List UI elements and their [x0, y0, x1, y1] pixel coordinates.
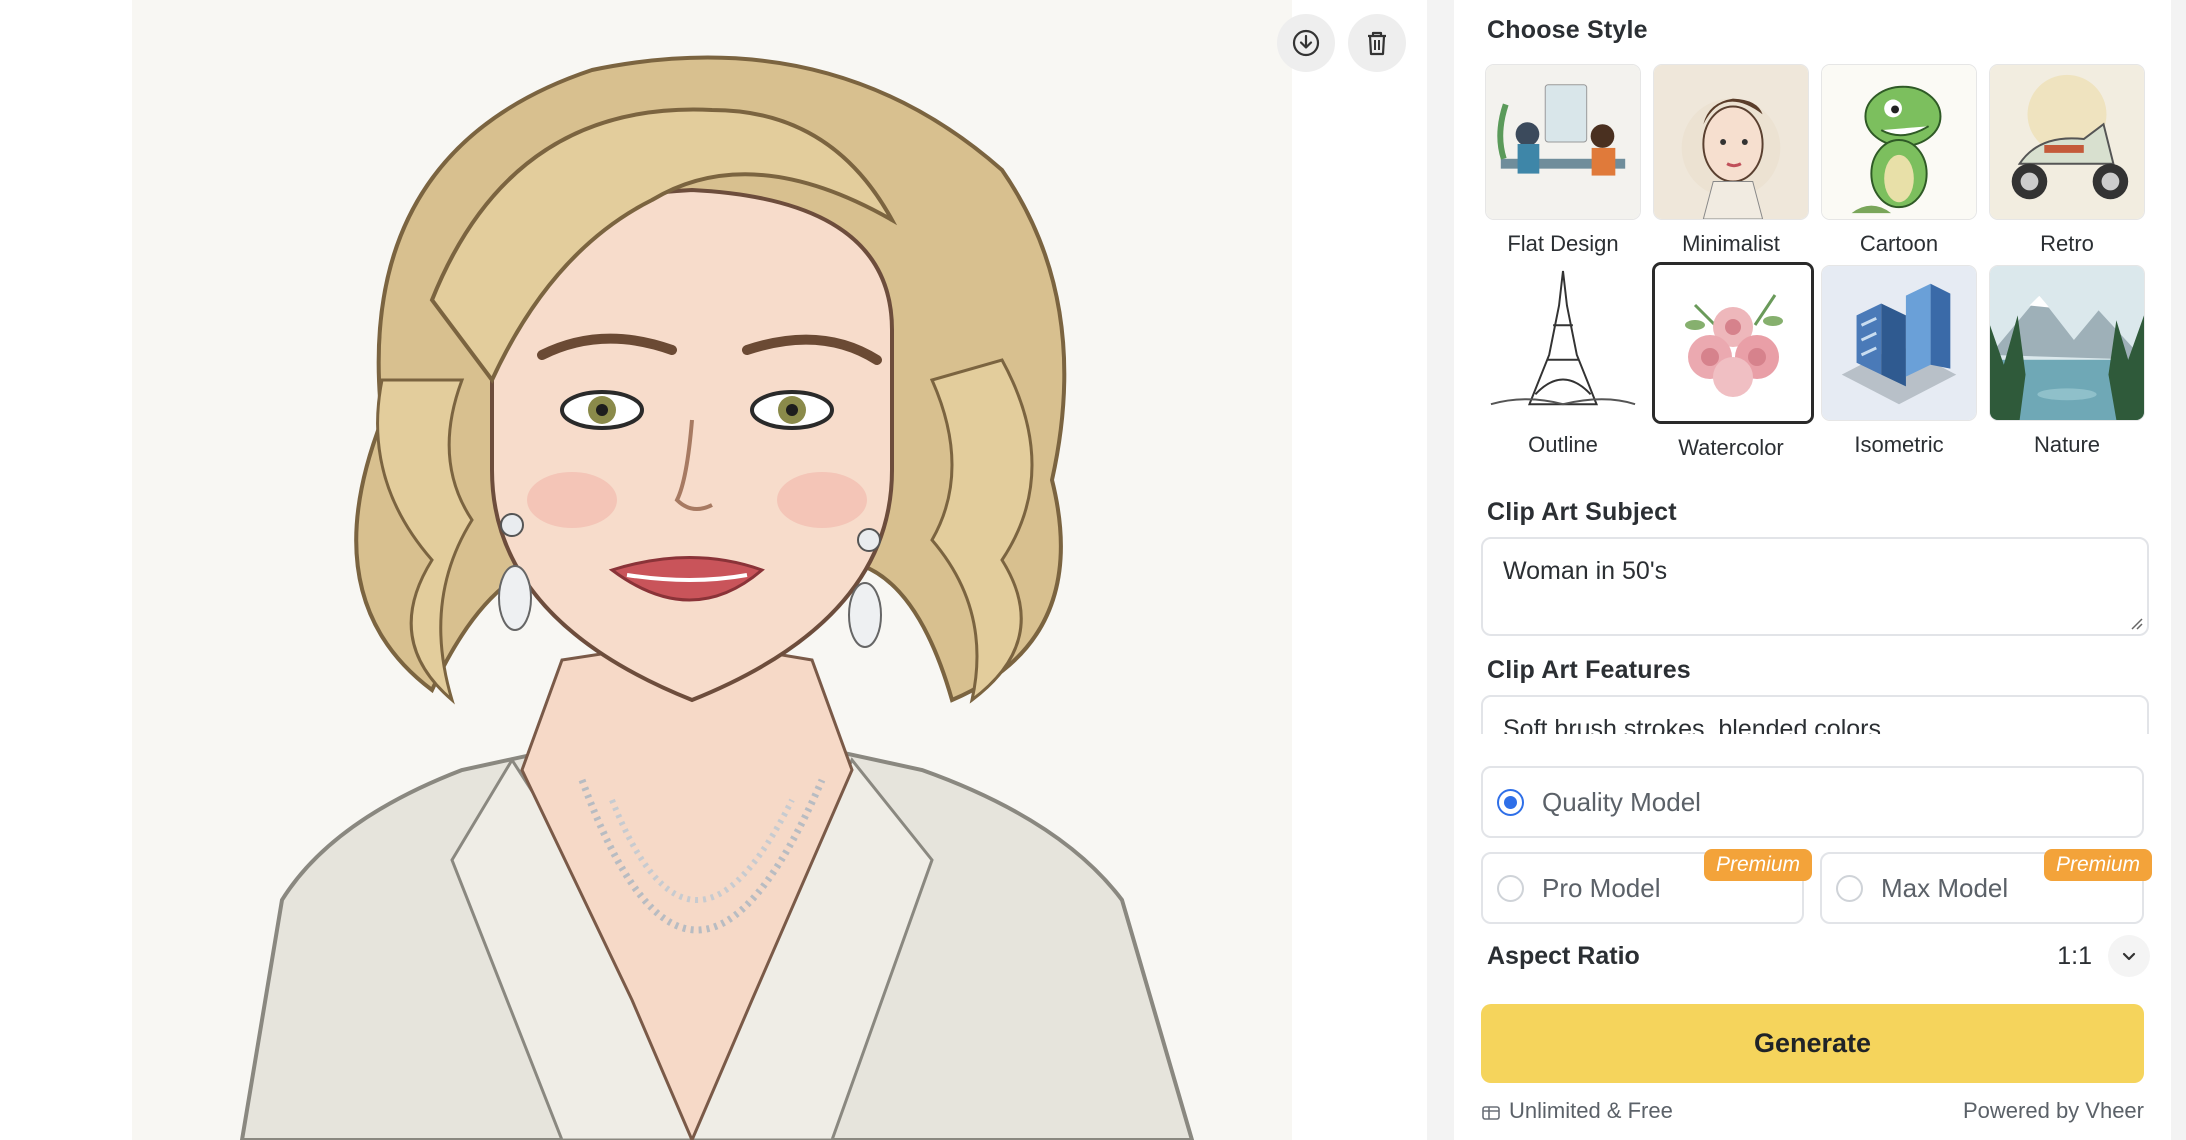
style-label: Nature: [2033, 432, 2101, 457]
gift-icon: [1482, 1106, 1500, 1120]
style-label: Watercolor: [1678, 435, 1784, 460]
style-thumbnail: [1989, 265, 2145, 421]
style-label: Cartoon: [1859, 231, 1939, 256]
style-thumbnail: [1821, 64, 1977, 220]
style-thumbnail: [1653, 64, 1809, 220]
clip-art-subject-input[interactable]: Woman in 50's: [1481, 537, 2149, 636]
generated-clip-art-image: [132, 0, 1292, 1140]
style-option-retro[interactable]: Retro: [1988, 64, 2146, 257]
quality-model-option[interactable]: Quality Model: [1481, 766, 2144, 838]
settings-panel: Choose Style Flat Design Minimalist Cart…: [1454, 0, 2171, 1140]
footer-left: Unlimited & Free: [1481, 1098, 1673, 1124]
aspect-ratio-value: 1:1: [2057, 941, 2092, 970]
style-thumbnail: [1652, 262, 1814, 424]
style-option-minimalist[interactable]: Minimalist: [1652, 64, 1810, 257]
resize-handle-icon[interactable]: [2129, 616, 2143, 630]
style-label: Retro: [2040, 231, 2094, 256]
style-thumbnail: [1485, 265, 1641, 421]
features-text: Soft brush strokes, blended colors: [1503, 715, 1881, 734]
subject-text: Woman in 50's: [1503, 557, 1668, 585]
pro-model-radio[interactable]: [1497, 874, 1524, 902]
style-label: Outline: [1528, 432, 1598, 457]
aspect-ratio-label: Aspect Ratio: [1487, 941, 1640, 970]
powered-by-text: Powered by Vheer: [1963, 1098, 2144, 1123]
generate-controls: Quality Model Pro Model Premium Max Mode…: [1454, 734, 2171, 1140]
style-thumbnail: [1485, 64, 1641, 220]
pro-model-option[interactable]: Pro Model Premium: [1481, 849, 1812, 924]
max-model-option[interactable]: Max Model Premium: [1820, 849, 2152, 924]
style-option-cartoon[interactable]: Cartoon: [1820, 64, 1978, 257]
style-option-isometric[interactable]: Isometric: [1820, 265, 1978, 458]
download-button[interactable]: [1277, 14, 1335, 72]
clip-art-features-input[interactable]: Soft brush strokes, blended colors: [1481, 695, 2149, 734]
settings-scroll-area[interactable]: Choose Style Flat Design Minimalist Cart…: [1454, 0, 2171, 734]
style-option-watercolor[interactable]: Watercolor: [1652, 262, 1814, 461]
footer: Unlimited & Free Powered by Vheer: [1481, 1098, 2144, 1124]
clip-art-subject-title: Clip Art Subject: [1487, 498, 1677, 526]
choose-style-title: Choose Style: [1487, 16, 1648, 44]
premium-badge: Premium: [2043, 849, 2152, 881]
style-option-outline[interactable]: Outline: [1484, 265, 1642, 458]
style-label: Flat Design: [1507, 231, 1619, 256]
premium-badge: Premium: [1703, 849, 1812, 881]
style-option-nature[interactable]: Nature: [1988, 265, 2146, 458]
style-thumbnail: [1821, 265, 1977, 421]
style-label: Minimalist: [1682, 231, 1780, 256]
aspect-ratio-row: Aspect Ratio 1:1: [1487, 934, 2150, 978]
quality-model-label: Quality Model: [1542, 786, 1701, 817]
download-icon: [1292, 29, 1320, 57]
trash-icon: [1368, 31, 1386, 56]
delete-button[interactable]: [1348, 14, 1406, 72]
style-thumbnail: [1989, 64, 2145, 220]
max-model-radio[interactable]: [1836, 874, 1863, 902]
app-page: Choose Style Flat Design Minimalist Cart…: [0, 0, 2186, 1140]
style-option-flat-design[interactable]: Flat Design: [1484, 64, 1642, 257]
pro-model-label: Pro Model: [1542, 872, 1661, 903]
quality-model-radio[interactable]: [1497, 788, 1524, 816]
aspect-ratio-select[interactable]: 1:1: [2057, 935, 2150, 977]
style-label: Isometric: [1854, 432, 1944, 457]
max-model-label: Max Model: [1881, 872, 2009, 903]
chevron-down-icon[interactable]: [2108, 935, 2150, 977]
result-area: [0, 0, 1427, 1140]
generate-button[interactable]: Generate: [1481, 1004, 2144, 1083]
unlimited-free-text: Unlimited & Free: [1509, 1098, 1673, 1123]
clip-art-features-title: Clip Art Features: [1487, 656, 1691, 684]
